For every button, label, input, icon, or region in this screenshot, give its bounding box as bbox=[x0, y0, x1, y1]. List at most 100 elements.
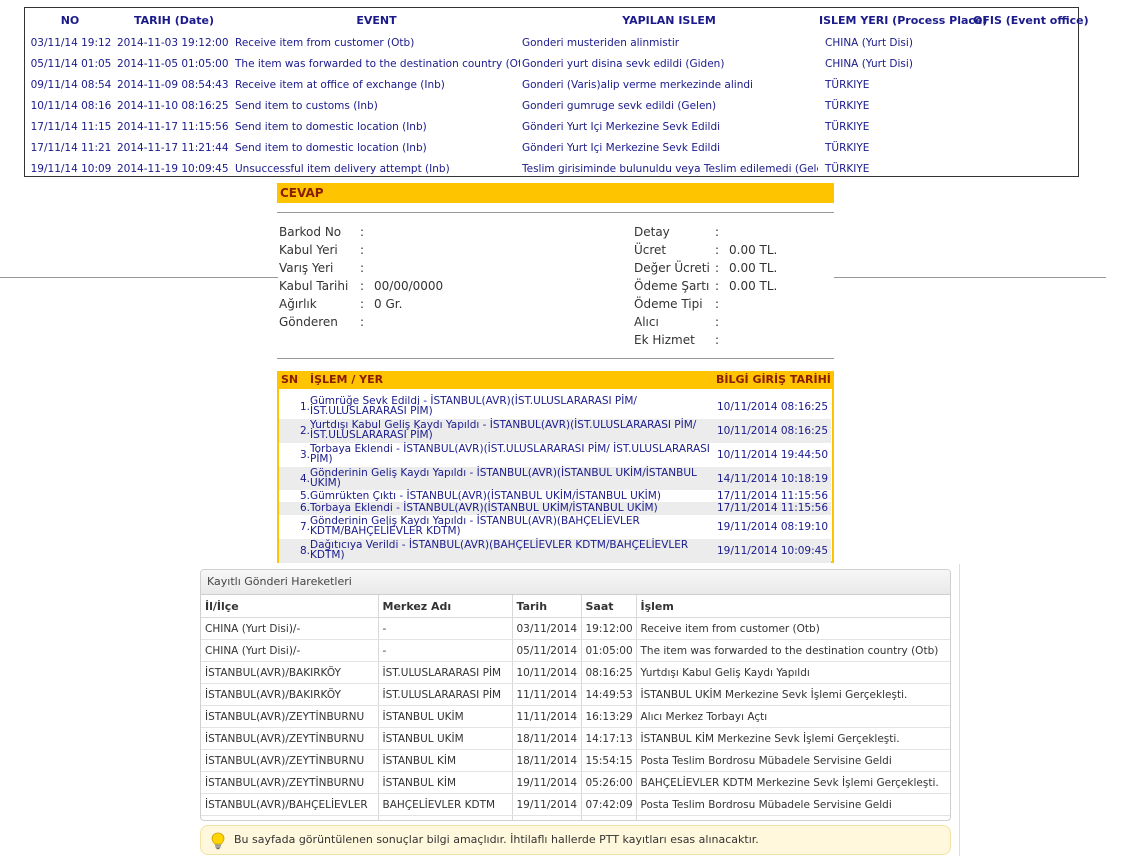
lightbulb-icon bbox=[211, 832, 225, 850]
islem-text: Yurtdışı Kabul Geliş Kaydı Yapıldı - İST… bbox=[310, 419, 697, 441]
history-col-header: Saat bbox=[581, 595, 637, 618]
tracking-cell-islem: Gonderi musteriden alinmistir bbox=[522, 36, 680, 49]
tracking-event-row: 05/11/14 01:05 2014-11-05 01:05:00 The ite… bbox=[25, 53, 1078, 74]
tracking-cell-place: TÜRKIYE bbox=[825, 120, 870, 133]
history-row: İSTANBUL(AVR)/ZEYTİNBURNU İSTANBUL UKİM 11… bbox=[201, 705, 950, 728]
tracking-cell-no: 17/11/14 11:15 bbox=[30, 120, 112, 133]
cevap-field: Kabul Yeri: bbox=[279, 241, 494, 259]
history-header: İl/İlçe Merkez Adı Tarih Saat İşlem bbox=[201, 595, 950, 618]
islem-text: Gönderinin Geliş Kaydı Yapıldı - İSTANBU… bbox=[310, 515, 640, 537]
history-cell-location: İSTANBUL(AVR)/BAKIRKÖY bbox=[201, 683, 379, 706]
history-cell-center: - bbox=[378, 617, 513, 640]
tracking-cell-place: CHINA (Yurt Disi) bbox=[825, 57, 913, 70]
history-cell-center: İSTANBUL KİM bbox=[378, 771, 513, 794]
history-cell-date: 18/11/2014 bbox=[512, 727, 582, 750]
history-cell-location: CHINA (Yurt Disi)/- bbox=[201, 617, 379, 640]
cevap-top-rule bbox=[277, 212, 834, 213]
islem-row: 5. Gümrükten Çıktı - İSTANBUL(AVR)(İSTANB… bbox=[279, 490, 831, 502]
islem-sn: 6. bbox=[299, 502, 310, 514]
history-cell-date: 19/11/2014 bbox=[512, 771, 582, 794]
field-value: 0.00 TL. bbox=[729, 243, 778, 257]
history-cell-center: BAHÇELİEVLER KDTM bbox=[378, 793, 513, 816]
tracking-cell-event: Send item to customs (Inb) bbox=[235, 99, 378, 112]
history-row: İSTANBUL(AVR)/ZEYTİNBURNU İSTANBUL KİM 18/… bbox=[201, 749, 950, 772]
history-cell-location: İSTANBUL(AVR)/BAHÇELİEVLER bbox=[201, 815, 379, 820]
tracking-cell-no: 17/11/14 11:21 bbox=[30, 141, 112, 154]
islem-text: Gümrüğe Sevk Edildi - İSTANBUL(AVR)(İST.… bbox=[310, 395, 637, 417]
field-colon: : bbox=[360, 297, 365, 311]
history-cell-action: Alıcı Merkez Torbayı Açtı bbox=[636, 705, 950, 728]
tracking-cell-place: TÜRKIYE bbox=[825, 162, 870, 175]
cevap-field: Varış Yeri: bbox=[279, 259, 494, 277]
tracking-cell-islem: Gönderi Yurt Içi Merkezine Sevk Edildi bbox=[522, 120, 721, 133]
field-colon: : bbox=[715, 261, 720, 275]
history-row: İSTANBUL(AVR)/BAHÇELİEVLERBAHÇELİEVLER K… bbox=[201, 793, 950, 816]
cevap-field: Alıcı: bbox=[634, 313, 849, 331]
field-colon: : bbox=[360, 261, 365, 275]
history-col-header: İşlem bbox=[636, 595, 950, 618]
tracking-event-row: 03/11/14 19:12 2014-11-03 19:12:00 Receive… bbox=[25, 32, 1078, 53]
field-colon: : bbox=[715, 243, 720, 257]
islem-row: 1. Gümrüğe Sevk Edildi - İSTANBUL(AVR)(İS… bbox=[279, 395, 831, 419]
history-cell-time: 05:26:00 bbox=[581, 771, 637, 794]
field-colon: : bbox=[360, 225, 365, 239]
history-title: Kayıtlı Gönderi Hareketleri bbox=[201, 570, 950, 595]
history-row: CHINA (Yurt Disi)/- -03/11/2014 19:12:00 Re… bbox=[201, 617, 950, 640]
history-cell-center: İSTANBUL KİM bbox=[378, 749, 513, 772]
history-row: CHINA (Yurt Disi)/- -05/11/2014 01:05:00 Th… bbox=[201, 639, 950, 662]
tracking-col-header: OFIS (Event office) bbox=[973, 13, 1089, 27]
field-label: Kabul Tarihi bbox=[279, 279, 349, 293]
field-colon: : bbox=[360, 243, 365, 257]
tracking-cell-no: 05/11/14 01:05 bbox=[30, 57, 112, 70]
islem-date: 19/11/2014 10:09:45 bbox=[717, 545, 829, 557]
history-col-header: İl/İlçe bbox=[201, 595, 379, 618]
islem-date: 14/11/2014 10:18:19 bbox=[717, 473, 829, 485]
tracking-cell-no: 03/11/14 19:12 bbox=[30, 36, 112, 49]
history-cell-location: CHINA (Yurt Disi)/- bbox=[201, 639, 379, 662]
tracking-cell-event: Receive item from customer (Otb) bbox=[235, 36, 415, 49]
tracking-cell-office bbox=[972, 95, 1078, 116]
field-label: Ücret bbox=[634, 243, 667, 257]
field-label: Değer Ücreti bbox=[634, 261, 710, 275]
history-cell-location: İSTANBUL(AVR)/ZEYTİNBURNU bbox=[201, 749, 379, 772]
islem-header: SN İŞLEM / YER BİLGİ GİRİŞ TARİHİ bbox=[277, 371, 834, 389]
islem-sn: 2. bbox=[299, 425, 310, 437]
islem-row: 4. Gönderinin Geliş Kaydı Yapıldı - İSTAN… bbox=[279, 467, 831, 490]
islem-header-islem: İŞLEM / YER bbox=[310, 373, 384, 386]
tracking-cell-office bbox=[972, 53, 1078, 74]
tracking-cell-no: 19/11/14 10:09 bbox=[30, 162, 112, 175]
islem-date: 10/11/2014 08:16:25 bbox=[717, 401, 829, 413]
tracking-cell-office bbox=[972, 74, 1078, 95]
field-colon: : bbox=[360, 315, 365, 329]
islem-date: 10/11/2014 19:44:50 bbox=[717, 449, 829, 461]
cevap-field: Ödeme Şartı:0.00 TL. bbox=[634, 277, 849, 295]
tracking-cell-office bbox=[972, 158, 1078, 179]
islem-sn: 8. bbox=[299, 545, 310, 557]
tracking-events-table: NO TARIH (Date) EVENT YAPILAN ISLEM ISLEM YE… bbox=[25, 8, 1089, 179]
info-notice: Bu sayfada görüntülenen sonuçlar bilgi a… bbox=[200, 825, 951, 855]
tracking-col-header: TARIH (Date) bbox=[133, 13, 215, 27]
islem-date: 17/11/2014 11:15:56 bbox=[717, 490, 829, 502]
divider-right bbox=[834, 277, 1106, 278]
field-colon: : bbox=[715, 333, 720, 347]
islem-date: 17/11/2014 11:15:56 bbox=[717, 502, 829, 514]
history-cell-date: 11/11/2014 bbox=[512, 683, 582, 706]
tracking-cell-office bbox=[972, 137, 1078, 158]
tracking-cell-date: 2014-11-17 11:15:56 bbox=[117, 120, 229, 133]
islem-text: Gümrükten Çıktı - İSTANBUL(AVR)(İSTANBUL… bbox=[310, 490, 661, 502]
tracking-events-panel: NO TARIH (Date) EVENT YAPILAN ISLEM ISLEM YE… bbox=[24, 7, 1089, 179]
field-label: Ödeme Şartı bbox=[634, 279, 710, 293]
history-row: İSTANBUL(AVR)/BAHÇELİEVLERBAHÇELİEVLER K… bbox=[201, 815, 950, 820]
tracking-events-header: NO TARIH (Date) EVENT YAPILAN ISLEM ISLEM YE… bbox=[25, 8, 1089, 32]
islem-row: 7. Gönderinin Geliş Kaydı Yapıldı - İSTAN… bbox=[279, 515, 831, 539]
tracking-cell-islem: Gonderi (Varis)alip verme merkezinde ali… bbox=[522, 78, 753, 91]
tracking-event-row: 09/11/14 08:54 2014-11-09 08:54:43 Receive… bbox=[25, 74, 1078, 95]
history-row: İSTANBUL(AVR)/BAKIRKÖY İST.ULUSLARARASI P… bbox=[201, 661, 950, 684]
cevap-field: Değer Ücreti:0.00 TL. bbox=[634, 259, 849, 277]
tracking-cell-date: 2014-11-10 08:16:25 bbox=[117, 99, 229, 112]
tracking-cell-event: Send item to domestic location (Inb) bbox=[235, 141, 427, 154]
cevap-field: Gönderen: bbox=[279, 313, 494, 331]
islem-date: 10/11/2014 08:16:25 bbox=[717, 425, 829, 437]
tracking-cell-no: 09/11/14 08:54 bbox=[30, 78, 112, 91]
tracking-cell-event: Receive item at office of exchange (Inb) bbox=[235, 78, 445, 91]
